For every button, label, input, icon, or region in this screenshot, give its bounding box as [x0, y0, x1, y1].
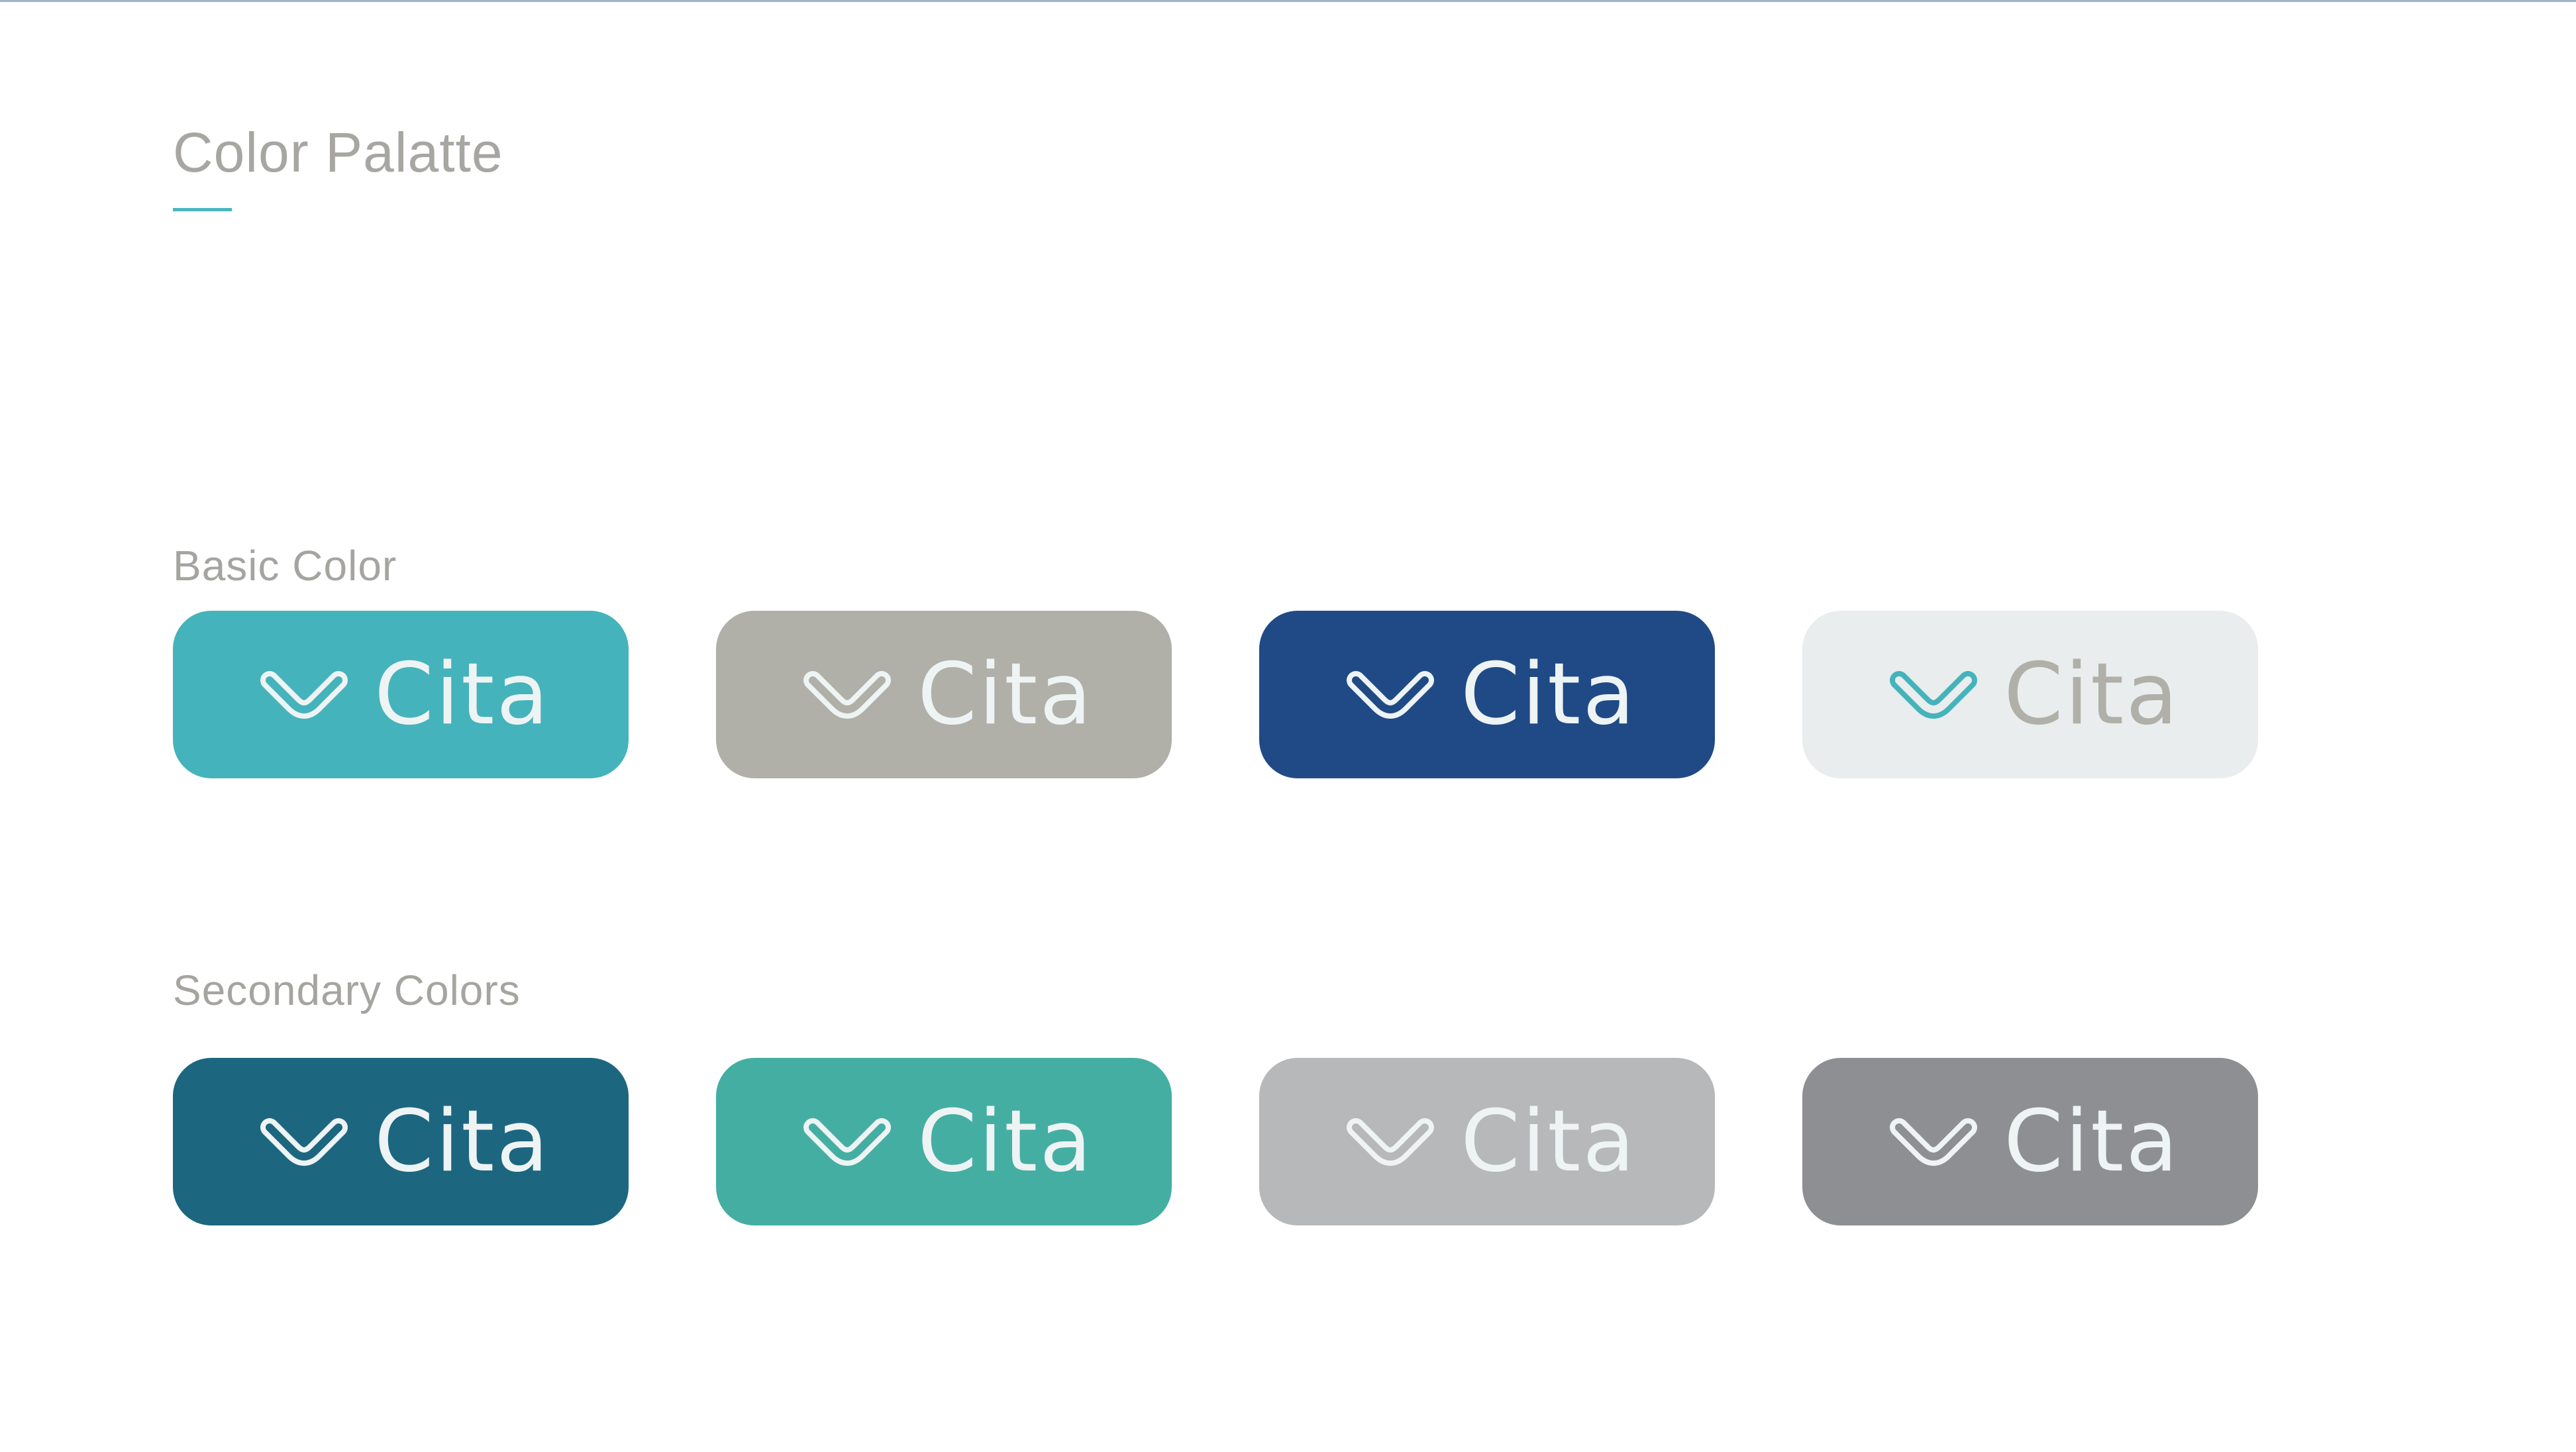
brand-wordmark: Cita: [2004, 645, 2180, 744]
chevron-heart-icon: [260, 670, 348, 719]
chevron-heart-icon: [260, 1117, 348, 1166]
chevron-heart-icon: [803, 670, 892, 719]
basic-color-row: Cita Cita Cita Cita: [173, 611, 2259, 778]
title-underline: [173, 208, 232, 211]
color-swatch: Cita: [716, 1058, 1172, 1225]
section-label-secondary-colors: Secondary Colors: [173, 966, 521, 1014]
chevron-heart-icon: [803, 1117, 892, 1166]
cita-logo: Cita: [251, 652, 550, 737]
cita-logo: Cita: [1337, 1092, 1637, 1191]
chevron-heart-icon: [1890, 670, 1978, 719]
color-swatch: Cita: [1802, 611, 2258, 778]
color-swatch: Cita: [173, 1058, 629, 1225]
color-swatch: Cita: [1259, 1058, 1715, 1225]
brand-wordmark: Cita: [917, 1092, 1094, 1191]
brand-wordmark: Cita: [1461, 645, 1637, 744]
chevron-heart-icon: [1347, 670, 1435, 719]
cita-logo: Cita: [794, 652, 1094, 737]
color-swatch: Cita: [1259, 611, 1715, 778]
top-divider: [0, 0, 2576, 2]
cita-logo: Cita: [1337, 652, 1637, 737]
secondary-colors-row: Cita Cita Cita Cita: [173, 1058, 2259, 1225]
chevron-heart-icon: [1347, 1117, 1435, 1166]
cita-logo: Cita: [794, 1092, 1094, 1191]
brand-wordmark: Cita: [917, 645, 1094, 744]
brand-wordmark: Cita: [374, 1092, 550, 1191]
brand-wordmark: Cita: [1461, 1092, 1637, 1191]
cita-logo: Cita: [251, 1092, 550, 1191]
section-label-basic-color: Basic Color: [173, 542, 397, 590]
color-swatch: Cita: [1802, 1058, 2258, 1225]
color-swatch: Cita: [173, 611, 629, 778]
brand-wordmark: Cita: [2004, 1092, 2180, 1191]
page-title: Color Palatte: [173, 121, 503, 183]
chevron-heart-icon: [1890, 1117, 1978, 1166]
cita-logo: Cita: [1880, 652, 2180, 737]
color-swatch: Cita: [716, 611, 1172, 778]
cita-logo: Cita: [1880, 1092, 2180, 1191]
brand-wordmark: Cita: [374, 645, 550, 744]
